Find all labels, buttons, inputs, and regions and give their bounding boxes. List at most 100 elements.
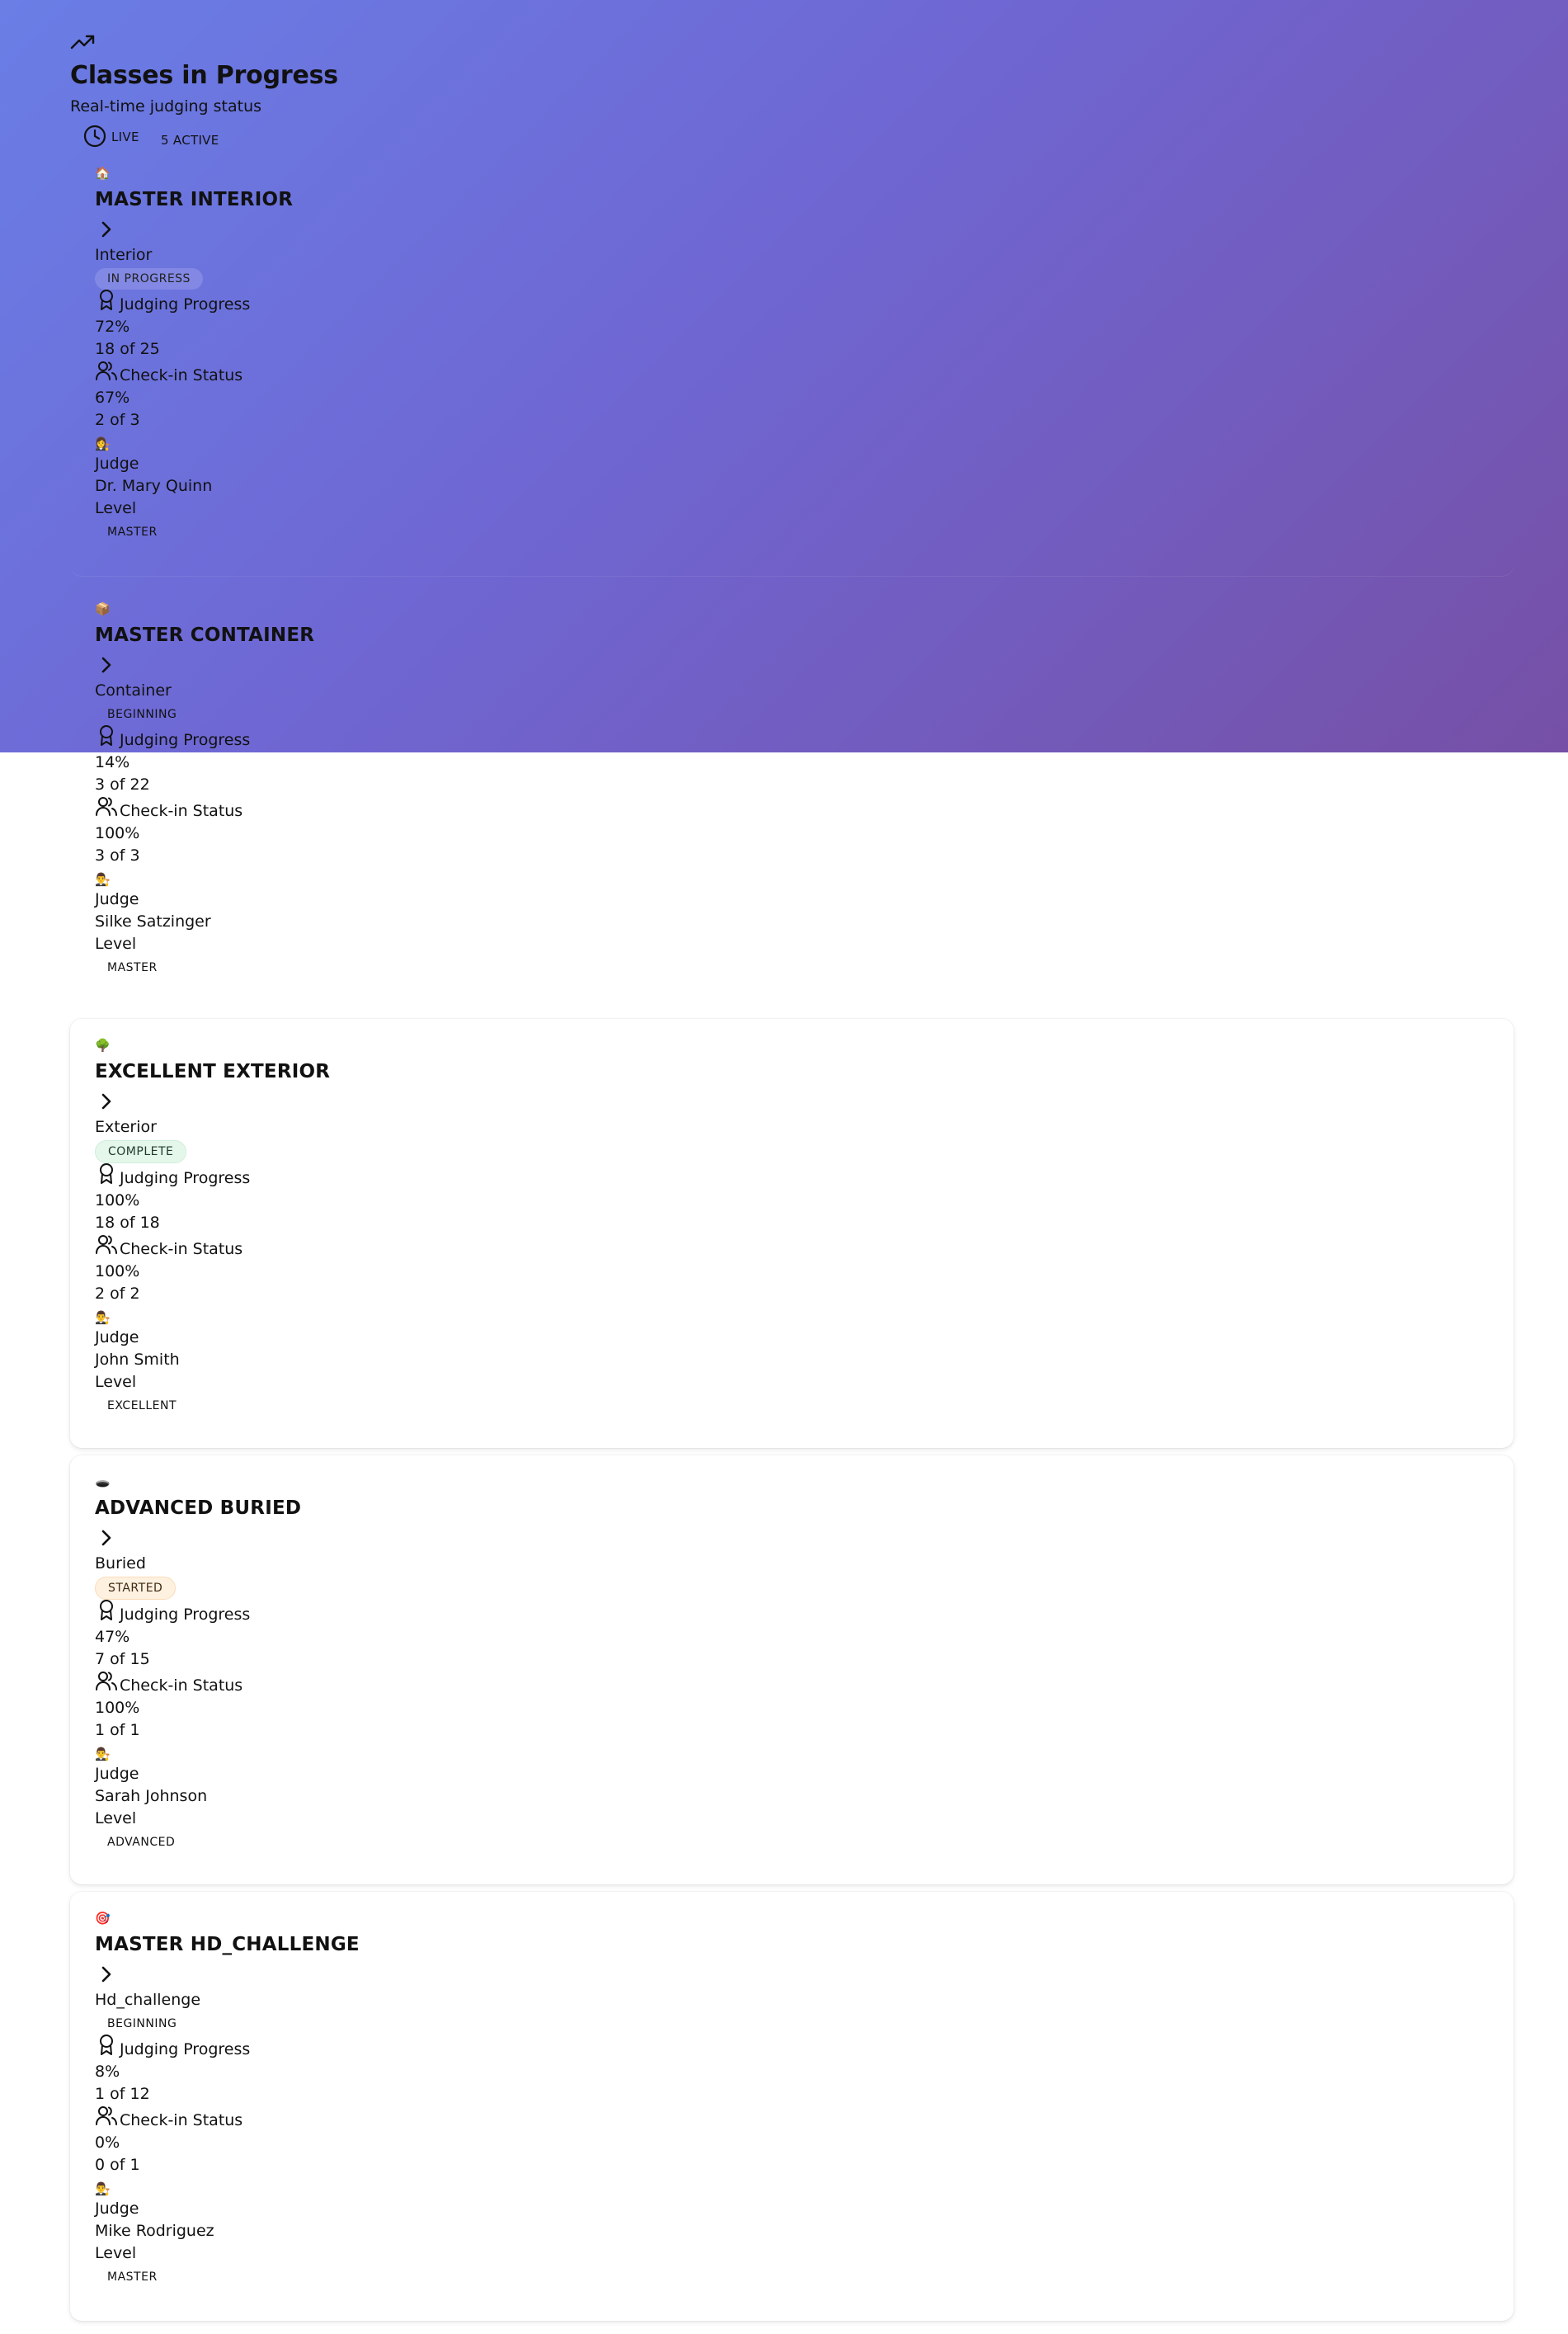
judge-label: Judge: [95, 2199, 139, 2218]
page-header: Classes in Progress Real-time judging st…: [70, 33, 400, 149]
award-icon: [100, 1599, 113, 1620]
chevron-right-icon[interactable]: [95, 653, 118, 677]
checkin-status-text: Check-in Status: [120, 2110, 243, 2129]
clock-icon: [83, 125, 106, 147]
judging-percent: 14%: [95, 752, 130, 771]
judging-progress-text: Judging Progress: [120, 2039, 251, 2058]
target-icon: 🎯: [95, 1911, 111, 1926]
judge-name: Silke Satzinger: [95, 912, 211, 931]
class-card[interactable]: 🏠 MASTER INTERIOR Interior IN PROGRESS Judgi…: [70, 147, 1514, 576]
checkin-count: 1 of 1: [95, 1720, 140, 1739]
page-title: Classes in Progress: [70, 61, 338, 90]
status-badge: STARTED: [95, 1576, 177, 1600]
status-badge: COMPLETE: [95, 1139, 187, 1163]
box-icon: 📦: [95, 601, 111, 616]
class-type: Exterior: [95, 1117, 157, 1136]
judge-name: Sarah Johnson: [95, 1786, 208, 1805]
judging-count: 3 of 22: [95, 775, 150, 794]
judge-name: Mike Rodriguez: [95, 2221, 214, 2240]
judging-percent: 8%: [95, 2062, 120, 2081]
checkin-count: 3 of 3: [95, 846, 140, 865]
users-icon: [96, 361, 117, 380]
live-badge: LIVE: [111, 129, 139, 144]
level-badge: MASTER: [107, 960, 158, 974]
checkin-status-label: Check-in Status: [95, 361, 837, 387]
judge-label: Judge: [95, 454, 139, 473]
class-name: MASTER INTERIOR: [95, 189, 294, 210]
class-card[interactable]: 🎯 MASTER HD_CHALLENGE Hd_challenge BEGINNIN…: [70, 1892, 1514, 2321]
class-type: Buried: [95, 1554, 146, 1573]
judging-progress-text: Judging Progress: [120, 1168, 251, 1187]
class-card[interactable]: 🕳️ ADVANCED BURIED Buried STARTED Judging Pr…: [70, 1455, 1514, 1884]
judging-progress-label: Judging Progress: [95, 1599, 837, 1626]
judge-name: Dr. Mary Quinn: [95, 476, 213, 495]
judging-percent: 47%: [95, 1627, 130, 1646]
judging-progress-text: Judging Progress: [120, 730, 251, 749]
level-badge: MASTER: [107, 2270, 158, 2284]
award-icon: [100, 1162, 113, 1184]
checkin-percent: 0%: [95, 2133, 120, 2152]
users-icon: [96, 1671, 117, 1690]
checkin-count: 2 of 3: [95, 410, 140, 429]
level-label: Level: [95, 498, 137, 517]
users-icon: [96, 1234, 117, 1254]
checkin-percent: 67%: [95, 388, 130, 407]
award-icon: [100, 724, 113, 746]
checkin-count: 2 of 2: [95, 1284, 140, 1303]
chevron-right-icon[interactable]: [95, 218, 118, 241]
trending-up-icon: [70, 35, 95, 50]
class-card[interactable]: 📦 MASTER CONTAINER Container BEGINNING Judgi…: [70, 582, 1514, 1011]
checkin-status-label: Check-in Status: [95, 1671, 837, 1697]
users-icon: [96, 2105, 117, 2125]
status-badge: BEGINNING: [107, 2016, 177, 2030]
level-label: Level: [95, 1372, 137, 1391]
class-name: MASTER HD_CHALLENGE: [95, 1934, 360, 1955]
checkin-status-text: Check-in Status: [120, 365, 243, 384]
checkin-status-label: Check-in Status: [95, 1234, 837, 1261]
judge-name: John Smith: [95, 1350, 180, 1369]
judging-count: 18 of 25: [95, 339, 160, 358]
judging-progress-text: Judging Progress: [120, 1605, 251, 1624]
status-badge: IN PROGRESS: [95, 267, 203, 290]
judge-label: Judge: [95, 889, 139, 908]
class-name: ADVANCED BURIED: [95, 1497, 302, 1519]
class-card[interactable]: 🌳 EXCELLENT EXTERIOR Exterior COMPLETE Judgi…: [70, 1019, 1514, 1448]
judge-avatar-icon: 👨‍⚖️: [95, 1309, 111, 1325]
judging-progress-label: Judging Progress: [95, 724, 837, 752]
judging-count: 1 of 12: [95, 2084, 150, 2103]
judge-avatar-icon: 👨‍⚖️: [95, 871, 111, 887]
checkin-status-text: Check-in Status: [120, 1676, 243, 1695]
class-type: Hd_challenge: [95, 1990, 201, 2009]
award-icon: [100, 289, 113, 310]
checkin-status-text: Check-in Status: [120, 801, 243, 820]
checkin-percent: 100%: [95, 1261, 140, 1280]
judge-avatar-icon: 👨‍⚖️: [95, 1746, 111, 1761]
status-badges: LIVE 5 ACTIVE: [70, 121, 400, 149]
chevron-right-icon[interactable]: [95, 1526, 118, 1549]
level-badge: MASTER: [107, 525, 158, 539]
judging-percent: 72%: [95, 317, 130, 336]
checkin-status-label: Check-in Status: [95, 796, 837, 823]
checkin-status-label: Check-in Status: [95, 2105, 837, 2132]
level-badge: EXCELLENT: [107, 1398, 177, 1412]
checkin-count: 0 of 1: [95, 2155, 140, 2174]
chevron-right-icon[interactable]: [95, 1090, 118, 1113]
judging-progress-text: Judging Progress: [120, 295, 251, 314]
judge-avatar-icon: 👩‍⚖️: [95, 436, 111, 451]
status-badge: BEGINNING: [107, 707, 177, 721]
users-icon: [96, 796, 117, 816]
checkin-status-text: Check-in Status: [120, 1239, 243, 1258]
house-icon: 🏠: [95, 166, 111, 181]
page-subtitle: Real-time judging status: [70, 97, 262, 116]
judge-avatar-icon: 👨‍⚖️: [95, 2181, 111, 2196]
level-badge: ADVANCED: [107, 1835, 176, 1849]
class-type: Interior: [95, 245, 153, 264]
judging-progress-label: Judging Progress: [95, 289, 837, 316]
chevron-right-icon[interactable]: [95, 1963, 118, 1986]
award-icon: [100, 2034, 113, 2055]
judge-label: Judge: [95, 1327, 139, 1346]
active-count-badge: 5 ACTIVE: [161, 132, 219, 148]
hole-icon: 🕳️: [95, 1474, 111, 1489]
checkin-percent: 100%: [95, 823, 140, 842]
level-label: Level: [95, 1808, 137, 1827]
